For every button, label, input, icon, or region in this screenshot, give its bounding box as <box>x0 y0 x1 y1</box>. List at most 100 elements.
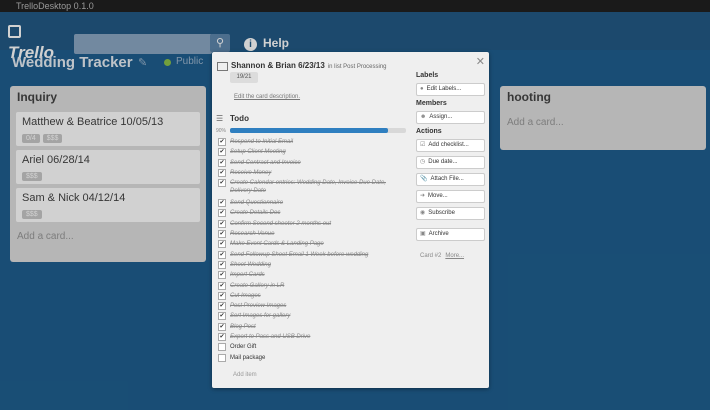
checkbox[interactable]: ✔ <box>218 179 226 188</box>
checklist-item[interactable]: ✔ Create Calendar entries: Wedding Date, … <box>218 178 408 198</box>
add-checklist-button[interactable]: ☑ Add checklist... <box>416 139 485 152</box>
checklist-item-text[interactable]: Send Followup Shoot Email 1 Week before … <box>230 251 408 259</box>
checklist-item-text[interactable]: Cut Images <box>230 292 408 300</box>
subscribe-button[interactable]: ◉ Subscribe <box>416 207 485 220</box>
checklist-item-text[interactable]: Sort Images for gallery <box>230 312 408 320</box>
archive-icon: ▣ <box>420 231 426 237</box>
checkbox[interactable] <box>218 343 226 352</box>
edit-labels-button[interactable]: ● Edit Labels... <box>416 83 485 96</box>
checklist-item[interactable]: ✔ Create Details Doc <box>218 208 408 218</box>
checklist-item[interactable]: ✔ Blog Post <box>218 322 408 332</box>
checklist-item[interactable]: Mail package <box>218 353 408 363</box>
checklist-item[interactable]: ✔ Receive Money <box>218 168 408 178</box>
checklist-progress-bar <box>230 128 406 133</box>
checkbox[interactable]: ✔ <box>218 271 226 280</box>
due-date-button[interactable]: ◷ Due date... <box>416 156 485 169</box>
actions-heading: Actions <box>416 128 442 135</box>
checklist-item-text[interactable]: Mail package <box>230 354 408 362</box>
close-icon[interactable]: ✕ <box>476 55 485 68</box>
card-detail-modal: ✕ Shannon & Brian 6/23/13 in list Post Pr… <box>212 52 489 388</box>
more-link[interactable]: More... <box>445 253 464 259</box>
checklist-item-text[interactable]: Create Details Doc <box>230 209 408 217</box>
checkbox[interactable]: ✔ <box>218 158 226 167</box>
checklist-item[interactable]: ✔ Import Cards <box>218 270 408 280</box>
checklist-title[interactable]: Todo <box>230 114 249 123</box>
checkbox[interactable]: ✔ <box>218 250 226 259</box>
card-list-name[interactable]: in list Post Processing <box>328 64 387 70</box>
add-checklist-label: Add checklist... <box>428 142 469 148</box>
checklist-item[interactable]: ✔ Shoot Wedding <box>218 260 408 270</box>
checkbox[interactable]: ✔ <box>218 240 226 249</box>
checklist-item-text[interactable]: Post Preview Images <box>230 302 408 310</box>
checklist-item[interactable]: ✔ Respond to Initial Email <box>218 137 408 147</box>
checkbox[interactable]: ✔ <box>218 138 226 146</box>
checklist-icon: ☰ <box>216 114 224 123</box>
paperclip-icon: 📎 <box>420 176 428 182</box>
eye-icon: ◉ <box>420 210 426 216</box>
assign-button[interactable]: ☻ Assign... <box>416 111 485 124</box>
checklist-item-text[interactable]: Order Gift <box>230 343 408 351</box>
checklist-item[interactable]: ✔ Send Followup Shoot Email 1 Week before… <box>218 250 408 260</box>
checklist-item-text[interactable]: Blog Post <box>230 323 408 331</box>
checklist-item-text[interactable]: Setup Client Meeting <box>230 148 408 156</box>
checklist-item[interactable]: ✔ Research Venue <box>218 229 408 239</box>
due-date-label: Due date... <box>428 159 458 165</box>
checklist-item[interactable]: ✔ Setup Client Meeting <box>218 147 408 157</box>
checkbox[interactable]: ✔ <box>218 209 226 218</box>
checkbox[interactable]: ✔ <box>218 260 226 269</box>
attach-file-button[interactable]: 📎 Attach File... <box>416 173 485 186</box>
tag-icon: ● <box>420 86 424 92</box>
checklist-item[interactable]: ✔ Export to Pass and USB Drive <box>218 332 408 342</box>
checklist-item-text[interactable]: Send Questionnaire <box>230 199 408 207</box>
checklist-items: ✔ Respond to Initial Email ✔ Setup Client M… <box>218 137 408 363</box>
labels-heading: Labels <box>416 72 439 79</box>
checkbox[interactable] <box>218 353 226 362</box>
edit-description-link[interactable]: Edit the card description. <box>234 94 300 100</box>
checkbox[interactable]: ✔ <box>218 333 226 342</box>
checklist-count-badge: 19/21 <box>230 72 258 83</box>
checklist-item-text[interactable]: Research Venue <box>230 230 408 238</box>
checkbox[interactable]: ✔ <box>218 312 226 321</box>
archive-button[interactable]: ▣ Archive <box>416 228 485 241</box>
edit-labels-label: Edit Labels... <box>426 86 462 92</box>
checklist-item[interactable]: ✔ Sort Images for gallery <box>218 311 408 321</box>
checkbox[interactable]: ✔ <box>218 168 226 177</box>
checklist-item-text[interactable]: Receive Money <box>230 169 408 177</box>
checkbox[interactable]: ✔ <box>218 219 226 228</box>
attach-file-label: Attach File... <box>430 176 464 182</box>
checklist-item[interactable]: Order Gift <box>218 342 408 352</box>
archive-label: Archive <box>428 231 449 237</box>
checkbox[interactable]: ✔ <box>218 291 226 300</box>
checkbox[interactable]: ✔ <box>218 230 226 239</box>
person-icon: ☻ <box>420 114 427 120</box>
checklist-item-text[interactable]: Import Cards <box>230 271 408 279</box>
card-sidebar: Labels ● Edit Labels... Members ☻ Assign..… <box>416 72 485 245</box>
card-title[interactable]: Shannon & Brian 6/23/13 in list Post Proc… <box>231 61 387 70</box>
card-meta: Card #2 More... <box>420 253 464 259</box>
members-heading: Members <box>416 100 447 107</box>
checklist-item-text[interactable]: Make Event Cards & Landing Page <box>230 240 408 248</box>
checklist-progress-fill <box>230 128 389 133</box>
checkbox[interactable]: ✔ <box>218 199 226 208</box>
checklist-item-text[interactable]: Send Contract and Invoice <box>230 159 408 167</box>
checkbox[interactable]: ✔ <box>218 302 226 311</box>
checklist-item[interactable]: ✔ Cut Images <box>218 291 408 301</box>
checklist-item-text[interactable]: Create Calendar entries: Wedding Date, I… <box>230 179 408 195</box>
checklist-item-text[interactable]: Shoot Wedding <box>230 261 408 269</box>
checklist-item[interactable]: ✔ Post Preview Images <box>218 301 408 311</box>
checkbox[interactable]: ✔ <box>218 281 226 290</box>
checklist-item[interactable]: ✔ Send Contract and Invoice <box>218 158 408 168</box>
checkbox[interactable]: ✔ <box>218 148 226 157</box>
checkbox[interactable]: ✔ <box>218 322 226 331</box>
add-item-link[interactable]: Add item <box>233 372 257 378</box>
checklist-item-text[interactable]: Export to Pass and USB Drive <box>230 333 408 341</box>
checklist-item[interactable]: ✔ Create Gallery in LR <box>218 281 408 291</box>
checklist-item-text[interactable]: Create Gallery in LR <box>230 282 408 290</box>
move-button[interactable]: ➜ Move... <box>416 190 485 203</box>
checklist-item-text[interactable]: Respond to Initial Email <box>230 138 408 146</box>
checklist-item[interactable]: ✔ Confirm Second shooter 2 months out <box>218 219 408 229</box>
checklist-item[interactable]: ✔ Send Questionnaire <box>218 198 408 208</box>
checklist-item-text[interactable]: Confirm Second shooter 2 months out <box>230 220 408 228</box>
assign-label: Assign... <box>429 114 453 120</box>
checklist-item[interactable]: ✔ Make Event Cards & Landing Page <box>218 239 408 249</box>
